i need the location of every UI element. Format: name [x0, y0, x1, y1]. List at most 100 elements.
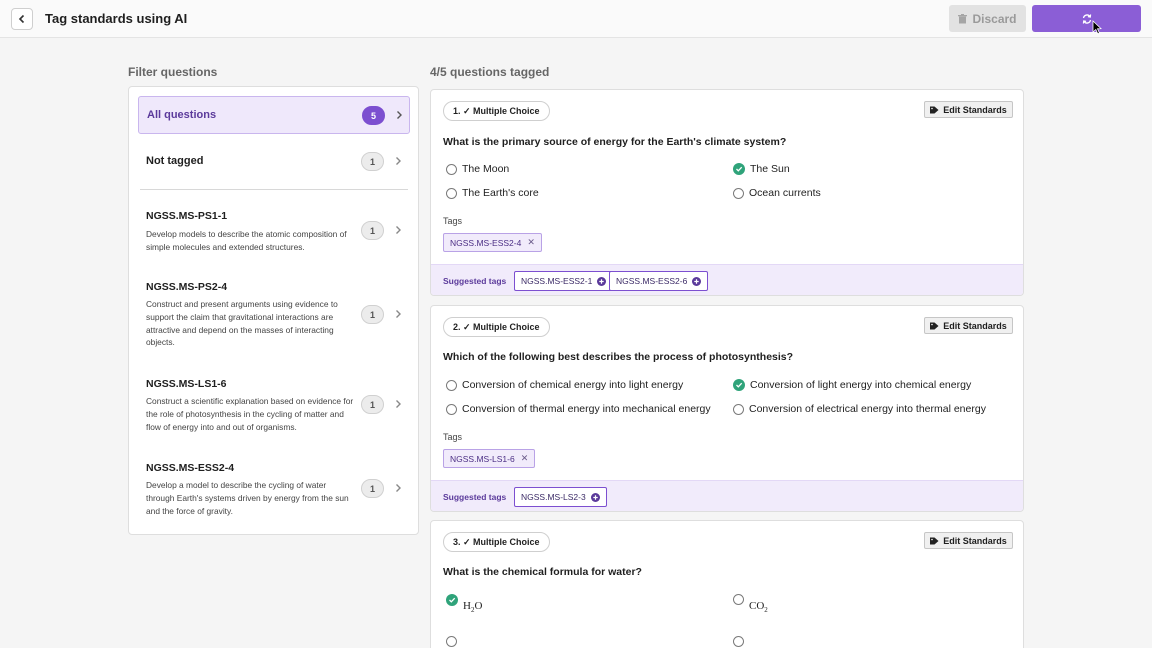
edit-standards-button[interactable]: Edit Standards — [924, 317, 1013, 334]
filter-not-tagged[interactable]: Not tagged 1 — [138, 143, 410, 181]
suggested-tag-chip[interactable]: NGSS.MS-ESS2-6 — [609, 271, 709, 291]
suggested-tags-bar: Suggested tags NGSS.MS-ESS2-1 NGSS.MS-ES… — [431, 264, 1023, 295]
count-badge: 1 — [361, 479, 384, 498]
radio-button[interactable] — [733, 636, 744, 647]
tag-icon — [930, 322, 939, 329]
suggested-tag-label: NGSS.MS-LS2-3 — [521, 492, 586, 502]
answer-option[interactable]: Ocean currents — [733, 187, 821, 199]
close-icon[interactable]: ✕ — [521, 453, 529, 464]
filter-all-label: All questions — [147, 109, 217, 121]
answer-option-correct[interactable]: Conversion of light energy into chemical… — [733, 379, 971, 391]
option-label: The Sun — [750, 163, 790, 175]
edit-standards-label: Edit Standards — [943, 535, 1007, 546]
option-label: Conversion of thermal energy into mechan… — [462, 403, 711, 415]
answer-option-correct[interactable]: H2O — [446, 594, 482, 614]
check-circle-icon — [446, 594, 458, 606]
chevron-left-icon — [18, 14, 25, 24]
question-text: What is the chemical formula for water? — [443, 566, 642, 578]
tag-label: NGSS.MS-LS1-6 — [450, 453, 515, 464]
check-circle-icon — [733, 163, 745, 175]
question-type-label: 3. ✓ Multiple Choice — [453, 536, 540, 547]
tag-chip: NGSS.MS-ESS2-4 ✕ — [443, 233, 542, 252]
question-type-label: 2. ✓ Multiple Choice — [453, 321, 540, 332]
tag-icon — [930, 106, 939, 113]
regenerate-button[interactable] — [1032, 5, 1141, 32]
radio-button[interactable] — [446, 163, 457, 175]
filter-standard-ls1-6[interactable]: NGSS.MS-LS1-6 Construct a scientific exp… — [138, 369, 410, 437]
option-label: The Earth's core — [462, 187, 539, 199]
option-label: Conversion of chemical energy into light… — [462, 379, 684, 391]
answer-option[interactable] — [446, 636, 457, 647]
suggested-tags-bar: Suggested tags NGSS.MS-LS2-3 — [431, 480, 1023, 511]
radio-button[interactable] — [733, 187, 744, 199]
question-card-2: 2. ✓ Multiple Choice Edit Standards Whic… — [430, 305, 1024, 512]
divider — [140, 189, 408, 190]
radio-button[interactable] — [733, 403, 744, 415]
close-icon[interactable]: ✕ — [527, 237, 535, 248]
chevron-right-icon — [396, 310, 401, 318]
answer-option[interactable] — [733, 636, 744, 647]
count-badge: 1 — [361, 152, 384, 171]
tag-chip: NGSS.MS-LS1-6 ✕ — [443, 449, 536, 468]
answer-option[interactable]: Conversion of electrical energy into the… — [733, 403, 986, 415]
top-bar: Tag standards using AI Discard — [0, 0, 1152, 38]
question-text: Which of the following best describes th… — [443, 351, 794, 363]
radio-button[interactable] — [733, 594, 744, 605]
suggested-tags-label: Suggested tags — [443, 492, 507, 502]
page-title: Tag standards using AI — [45, 11, 188, 26]
chevron-right-icon — [396, 400, 401, 408]
cursor-icon — [1092, 20, 1102, 35]
chevron-right-icon — [396, 157, 401, 165]
edit-standards-button[interactable]: Edit Standards — [924, 532, 1013, 549]
suggested-tag-chip[interactable]: NGSS.MS-LS2-3 — [514, 487, 607, 507]
discard-label: Discard — [972, 11, 1017, 26]
filter-standard-ps1-1[interactable]: NGSS.MS-PS1-1 Develop models to describe… — [138, 201, 410, 263]
filter-panel: All questions 5 Not tagged 1 NGSS.MS-PS1… — [128, 86, 419, 535]
suggested-tags-label: Suggested tags — [443, 276, 507, 286]
option-label: Ocean currents — [749, 187, 821, 199]
filter-standard-ps2-4[interactable]: NGSS.MS-PS2-4 Construct and present argu… — [138, 272, 410, 352]
question-text: What is the primary source of energy for… — [443, 136, 787, 148]
filter-standard-ess2-4[interactable]: NGSS.MS-ESS2-4 Develop a model to descri… — [138, 453, 410, 521]
edit-standards-button[interactable]: Edit Standards — [924, 101, 1013, 118]
answer-option[interactable]: Conversion of thermal energy into mechan… — [446, 403, 711, 415]
radio-button[interactable] — [446, 187, 457, 199]
answer-option[interactable]: The Earth's core — [446, 187, 539, 199]
radio-button[interactable] — [446, 403, 457, 415]
tag-icon — [930, 537, 939, 544]
count-badge: 5 — [362, 106, 385, 125]
answer-option-correct[interactable]: The Sun — [733, 163, 790, 175]
answer-option[interactable]: Conversion of chemical energy into light… — [446, 379, 683, 391]
standard-code: NGSS.MS-ESS2-4 — [146, 462, 235, 474]
discard-button[interactable]: Discard — [949, 5, 1026, 32]
trash-icon — [958, 13, 968, 23]
answer-option[interactable]: CO2 — [733, 594, 768, 614]
suggested-tag-chip[interactable]: NGSS.MS-ESS2-1 — [514, 271, 614, 291]
edit-standards-label: Edit Standards — [943, 320, 1007, 331]
option-formula: CO2 — [749, 600, 768, 615]
question-type-badge: 1. ✓ Multiple Choice — [443, 101, 550, 121]
option-label: Conversion of light energy into chemical… — [750, 379, 972, 391]
question-type-badge: 3. ✓ Multiple Choice — [443, 532, 550, 552]
question-type-label: 1. ✓ Multiple Choice — [453, 105, 540, 116]
count-badge: 1 — [361, 305, 384, 324]
tags-label: Tags — [443, 216, 463, 226]
back-button[interactable] — [11, 8, 33, 30]
radio-button[interactable] — [446, 636, 457, 647]
answer-option[interactable]: The Moon — [446, 163, 509, 175]
chevron-right-icon — [396, 226, 401, 234]
standard-description: Develop models to describe the atomic co… — [146, 229, 347, 252]
plus-circle-icon — [590, 492, 600, 502]
edit-standards-label: Edit Standards — [943, 104, 1007, 115]
tagged-count-heading: 4/5 questions tagged — [430, 65, 550, 79]
filter-heading: Filter questions — [128, 65, 218, 79]
tag-label: NGSS.MS-ESS2-4 — [450, 237, 522, 248]
standard-description: Construct and present arguments using ev… — [146, 299, 338, 348]
standard-description: Construct a scientific explanation based… — [146, 396, 354, 432]
filter-all-questions[interactable]: All questions 5 — [138, 96, 410, 134]
radio-button[interactable] — [446, 379, 457, 391]
tags-label: Tags — [443, 432, 463, 442]
standard-code: NGSS.MS-PS2-4 — [146, 281, 228, 293]
suggested-tag-label: NGSS.MS-ESS2-1 — [521, 276, 593, 286]
chevron-right-icon — [396, 484, 401, 492]
